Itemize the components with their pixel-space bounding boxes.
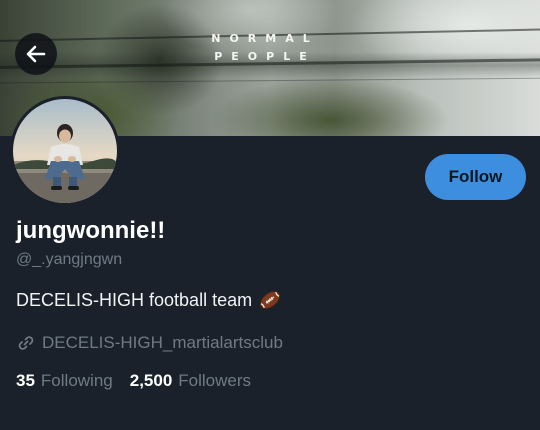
followers-stat[interactable]: 2,500 Followers xyxy=(130,370,251,392)
banner-wire xyxy=(0,77,540,84)
bio-text: DECELIS-HIGH football team xyxy=(16,290,253,310)
banner-title-line: NORMAL xyxy=(211,32,319,45)
arrow-left-icon xyxy=(25,43,47,65)
avatar[interactable] xyxy=(10,96,120,206)
profile-link-text[interactable]: DECELIS-HIGH_martialartsclub xyxy=(42,332,283,354)
following-stat[interactable]: 35 Following xyxy=(16,370,113,392)
american-football-icon xyxy=(258,289,282,311)
follow-button[interactable]: Follow xyxy=(425,154,526,200)
profile-stats: 35 Following 2,500 Followers xyxy=(16,370,251,392)
banner-title: NORMAL PEOPLE xyxy=(190,30,340,66)
following-label: Following xyxy=(40,371,113,390)
banner-title-line: PEOPLE xyxy=(214,50,316,63)
followers-label: Followers xyxy=(178,371,252,390)
back-button[interactable] xyxy=(15,33,57,75)
display-name: jungwonnie!! xyxy=(16,217,166,244)
profile-link[interactable]: DECELIS-HIGH_martialartsclub xyxy=(16,332,283,354)
link-icon xyxy=(16,333,36,353)
avatar-photo xyxy=(13,99,117,203)
profile-handle: @_.yangjngwn xyxy=(16,251,123,268)
profile-page: NORMAL PEOPLE Follow jungwonnie!! @_.yan… xyxy=(0,0,540,430)
follow-button-label: Follow xyxy=(448,167,503,186)
following-count: 35 xyxy=(16,371,35,390)
profile-bio: DECELIS-HIGH football team xyxy=(16,288,282,312)
followers-count: 2,500 xyxy=(129,371,173,390)
